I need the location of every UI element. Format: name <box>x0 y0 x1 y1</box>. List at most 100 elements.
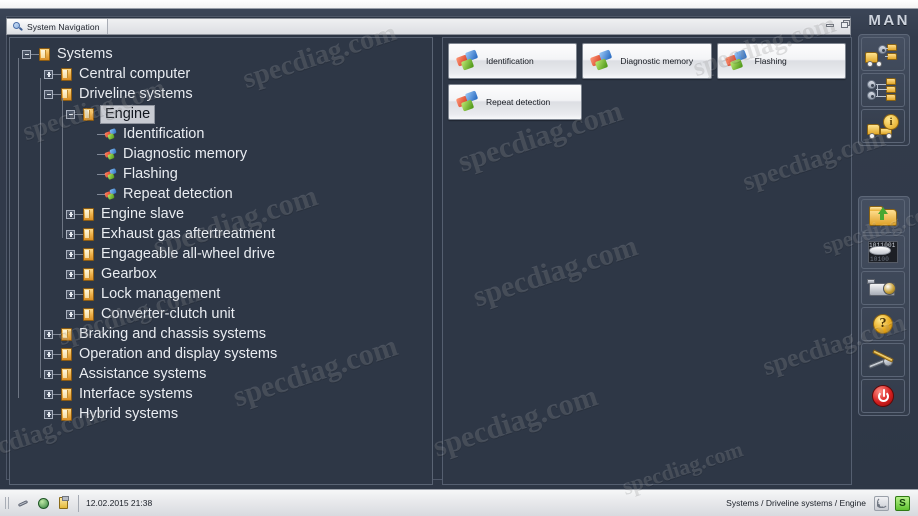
function-button-label: Repeat detection <box>486 97 551 107</box>
tree-node[interactable]: Driveline systems <box>18 84 432 104</box>
tree-node[interactable]: Identification <box>18 124 432 144</box>
network-folders-icon-button[interactable] <box>861 73 905 107</box>
clipboard-icon[interactable] <box>56 495 71 511</box>
tab-strip: System Navigation <box>6 18 851 35</box>
function-button-panel: Identification Diagnostic memory Flashin… <box>442 37 852 485</box>
restore-button[interactable] <box>841 19 852 30</box>
tree-node-label: Driveline systems <box>79 86 193 102</box>
ecu-icon <box>39 47 50 61</box>
puzzle-icon <box>104 167 117 180</box>
tree-node-label: Lock management <box>101 286 221 302</box>
tree-expand-icon[interactable] <box>66 249 75 259</box>
window-top-edge <box>0 0 918 9</box>
tree-node[interactable]: Interface systems <box>18 384 432 404</box>
tree-node-label: Interface systems <box>79 386 193 402</box>
status-bar: 12.02.2015 21:38 Systems / Driveline sys… <box>0 489 918 516</box>
tools-icon-button[interactable] <box>861 343 905 377</box>
tree-node-label: Flashing <box>123 166 178 182</box>
function-button-repeat-detection[interactable]: Repeat detection <box>448 84 582 120</box>
truck-systems-icon-button[interactable] <box>861 37 905 71</box>
tree-node[interactable]: Engine <box>18 104 432 124</box>
tree-node[interactable]: Engine slave <box>18 204 432 224</box>
binary-data-icon-button[interactable]: 1011001 10100 <box>861 235 905 269</box>
tab-label: System Navigation <box>27 21 100 32</box>
tree-node[interactable]: Flashing <box>18 164 432 184</box>
minimize-button[interactable] <box>825 19 836 30</box>
tree-node[interactable]: Gearbox <box>18 264 432 284</box>
help-icon-button[interactable]: ? <box>861 307 905 341</box>
ecu-icon <box>83 267 94 281</box>
tree-expand-icon[interactable] <box>44 369 53 379</box>
tree-node-label: Braking and chassis systems <box>79 326 266 342</box>
tree-expand-icon[interactable] <box>66 229 75 239</box>
tree-connector <box>75 233 83 235</box>
tree-expand-icon[interactable] <box>44 69 53 79</box>
puzzle-icon <box>455 90 479 112</box>
tree-connector <box>31 53 39 55</box>
ecu-icon <box>61 67 72 81</box>
tree-node[interactable]: Exhaust gas aftertreatment <box>18 224 432 244</box>
ecu-icon <box>83 227 94 241</box>
tree-expand-icon[interactable] <box>44 329 53 339</box>
wrench-icon[interactable] <box>16 496 31 511</box>
tree-collapse-icon[interactable] <box>66 109 75 119</box>
status-separator <box>78 494 79 512</box>
s-badge-icon[interactable]: S <box>895 495 910 511</box>
window-controls <box>825 19 852 30</box>
rss-icon[interactable] <box>874 495 889 511</box>
tree-node[interactable]: Lock management <box>18 284 432 304</box>
tree-node-label: Central computer <box>79 66 191 82</box>
tree-connector <box>53 93 61 95</box>
ecu-icon <box>83 107 94 121</box>
tree-node-label: Repeat detection <box>123 186 233 202</box>
tree-expand-icon[interactable] <box>66 209 75 219</box>
function-button-label: Flashing <box>754 56 787 66</box>
tree-node[interactable]: Systems <box>18 44 432 64</box>
tree-expand-icon[interactable] <box>66 289 75 299</box>
tree-expand-icon[interactable] <box>66 269 75 279</box>
tree-collapse-icon[interactable] <box>44 89 53 99</box>
tree-node-label: Identification <box>123 126 205 142</box>
tree-node[interactable]: Repeat detection <box>18 184 432 204</box>
tree-expand-icon[interactable] <box>44 349 53 359</box>
tree-node[interactable]: Converter-clutch unit <box>18 304 432 324</box>
power-icon <box>865 383 901 409</box>
binary-line-2: 10100 <box>870 256 890 263</box>
truck-systems-icon <box>865 41 901 67</box>
side-toolbar: i 1011001 10100 <box>858 34 910 486</box>
function-button-diagnostic-memory[interactable]: Diagnostic memory <box>582 43 712 79</box>
network-folders-icon <box>865 77 901 103</box>
tree-node[interactable]: Hybrid systems <box>18 404 432 424</box>
tree-connector <box>53 393 61 395</box>
tree-node[interactable]: Braking and chassis systems <box>18 324 432 344</box>
tree-connector <box>75 213 83 215</box>
function-button-identification[interactable]: Identification <box>448 43 578 79</box>
tree-node[interactable]: Central computer <box>18 64 432 84</box>
puzzle-icon <box>104 127 117 140</box>
tree-expand-icon[interactable] <box>66 309 75 319</box>
truck-info-icon-button[interactable]: i <box>861 109 905 143</box>
tree-collapse-icon[interactable] <box>22 49 31 59</box>
tab-system-navigation[interactable]: System Navigation <box>7 19 108 34</box>
globe-icon[interactable] <box>36 496 51 511</box>
folder-upload-icon-button[interactable] <box>861 199 905 233</box>
tree-node[interactable]: Engageable all-wheel drive <box>18 244 432 264</box>
camera-icon-button[interactable] <box>861 271 905 305</box>
tree-expand-icon[interactable] <box>44 389 53 399</box>
magnifier-icon <box>12 21 23 32</box>
function-button-label: Identification <box>486 56 534 66</box>
tree-node[interactable]: Assistance systems <box>18 364 432 384</box>
tree-expand-icon[interactable] <box>44 409 53 419</box>
status-timestamp: 12.02.2015 21:38 <box>86 498 153 508</box>
function-button-flashing[interactable]: Flashing <box>716 43 846 79</box>
help-glyph: ? <box>873 314 893 334</box>
tab-strip-filler <box>107 19 850 34</box>
power-icon-button[interactable] <box>861 379 905 413</box>
function-button-label: Diagnostic memory <box>620 56 694 66</box>
tree-node[interactable]: Operation and display systems <box>18 344 432 364</box>
puzzle-icon <box>455 49 479 71</box>
tree-node[interactable]: Diagnostic memory <box>18 144 432 164</box>
tree-guide-line <box>40 78 41 378</box>
system-navigation-tree-panel[interactable]: Systems Central computer Driveline systems… <box>9 37 433 485</box>
toolbar-group-bottom: 1011001 10100 ? <box>858 196 910 416</box>
